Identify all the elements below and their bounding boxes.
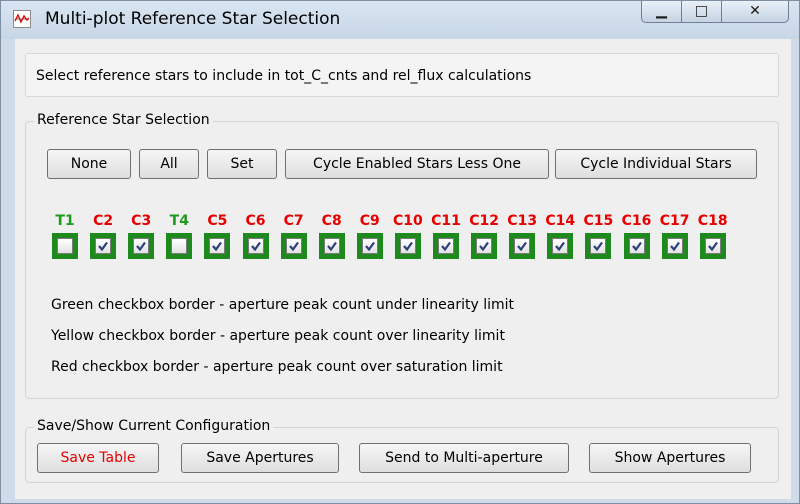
star-checkbox-c5[interactable] (204, 233, 231, 259)
all-button[interactable]: All (139, 149, 199, 179)
none-button[interactable]: None (47, 149, 131, 179)
checkmark-icon (669, 241, 680, 252)
checkbox-square (590, 238, 607, 254)
close-button[interactable]: ✕ (721, 1, 789, 23)
star-label-c18: C18 (697, 213, 728, 229)
legend-red-text: Red checkbox border - aperture peak coun… (51, 359, 503, 375)
checkbox-square (361, 238, 378, 254)
window-title: Multi-plot Reference Star Selection (45, 9, 341, 29)
star-checkbox-c11[interactable] (433, 233, 459, 259)
star-label-c12: C12 (469, 213, 499, 229)
checkmark-icon (288, 241, 299, 252)
star-checkbox-c13[interactable] (509, 233, 536, 259)
star-label-c16: C16 (621, 213, 652, 229)
checkbox-square (438, 238, 454, 254)
save-apertures-button[interactable]: Save Apertures (181, 443, 339, 473)
legend-green-text: Green checkbox border - aperture peak co… (51, 297, 515, 313)
star-checkbox-t1[interactable] (52, 233, 78, 259)
instructions-panel: Select reference stars to include in tot… (25, 53, 779, 97)
set-button[interactable]: Set (207, 149, 277, 179)
star-label-c7: C7 (283, 213, 304, 229)
checkmark-icon (707, 241, 718, 252)
checkbox-square (666, 238, 683, 254)
instructions-text: Select reference stars to include in tot… (36, 68, 532, 84)
star-checkbox-c9[interactable] (356, 233, 383, 259)
checkbox-square (247, 238, 264, 254)
star-label-c6: C6 (245, 213, 266, 229)
star-label-t4: T4 (169, 213, 189, 229)
legend-yellow-text: Yellow checkbox border - aperture peak c… (51, 328, 505, 344)
star-label-c3: C3 (131, 213, 152, 229)
star-checkbox-c12[interactable] (471, 233, 498, 259)
star-checkbox-c15[interactable] (585, 233, 612, 259)
checkmark-icon (441, 241, 451, 252)
checkmark-icon (326, 241, 337, 252)
checkmark-icon (555, 241, 566, 252)
dialog-content: Select reference stars to include in tot… (15, 39, 791, 499)
checkmark-icon (631, 241, 642, 252)
selection-group-title: Reference Star Selection (34, 112, 213, 128)
cycle-individual-stars-button[interactable]: Cycle Individual Stars (555, 149, 757, 179)
star-label-c14: C14 (545, 213, 576, 229)
star-label-c10: C10 (393, 213, 423, 229)
star-checkbox-c6[interactable] (242, 233, 269, 259)
checkmark-icon (212, 241, 223, 252)
show-apertures-button[interactable]: Show Apertures (589, 443, 751, 473)
star-checkbox-c16[interactable] (623, 233, 650, 259)
checkbox-square (476, 238, 493, 254)
minimize-icon: ▁ (656, 3, 667, 19)
checkmark-icon (517, 241, 528, 252)
checkmark-icon (403, 241, 413, 252)
star-checkbox-c18[interactable] (699, 233, 726, 259)
maximize-button[interactable]: □ (681, 1, 722, 23)
checkbox-square (552, 238, 569, 254)
star-label-t1: T1 (55, 213, 75, 229)
star-checkbox-c17[interactable] (661, 233, 688, 259)
star-label-c5: C5 (207, 213, 228, 229)
checkmark-icon (250, 241, 261, 252)
star-checkbox-c7[interactable] (280, 233, 307, 259)
star-label-c2: C2 (93, 213, 114, 229)
checkbox-square (628, 238, 645, 254)
star-checkbox-c3[interactable] (128, 233, 155, 259)
star-checkbox-t4[interactable] (166, 233, 193, 259)
checkbox-square (171, 238, 188, 254)
checkmark-icon (364, 241, 375, 252)
app-plot-icon (13, 10, 31, 28)
star-label-c17: C17 (659, 213, 690, 229)
minimize-button[interactable]: ▁ (641, 1, 682, 23)
star-checkbox-c8[interactable] (318, 233, 345, 259)
checkbox-square (514, 238, 531, 254)
checkbox-square (704, 238, 721, 254)
checkbox-square (209, 238, 226, 254)
cycle-enabled-stars-button[interactable]: Cycle Enabled Stars Less One (285, 149, 549, 179)
save-table-button[interactable]: Save Table (37, 443, 159, 473)
send-to-multi-aperture-button[interactable]: Send to Multi-aperture (359, 443, 569, 473)
star-checkbox-c14[interactable] (547, 233, 574, 259)
checkbox-square (57, 238, 73, 254)
star-label-c15: C15 (583, 213, 614, 229)
dialog-window: Multi-plot Reference Star Selection ▁ □ … (0, 0, 800, 504)
checkmark-icon (136, 241, 147, 252)
maximize-icon: □ (694, 3, 709, 19)
save-group-title: Save/Show Current Configuration (34, 418, 274, 434)
star-label-c13: C13 (507, 213, 538, 229)
close-icon: ✕ (749, 3, 761, 19)
checkbox-square (285, 238, 302, 254)
checkbox-square (399, 238, 416, 254)
star-label-c11: C11 (431, 213, 461, 229)
title-bar[interactable]: Multi-plot Reference Star Selection ▁ □ … (1, 1, 799, 39)
star-checkbox-c2[interactable] (90, 233, 117, 259)
checkmark-icon (98, 241, 108, 252)
checkmark-icon (593, 241, 604, 252)
checkbox-square (133, 238, 150, 254)
star-label-c9: C9 (359, 213, 380, 229)
star-label-c8: C8 (321, 213, 342, 229)
star-checkbox-c10[interactable] (394, 233, 421, 259)
checkbox-square (323, 238, 340, 254)
checkmark-icon (479, 241, 489, 252)
checkbox-square (95, 238, 112, 254)
